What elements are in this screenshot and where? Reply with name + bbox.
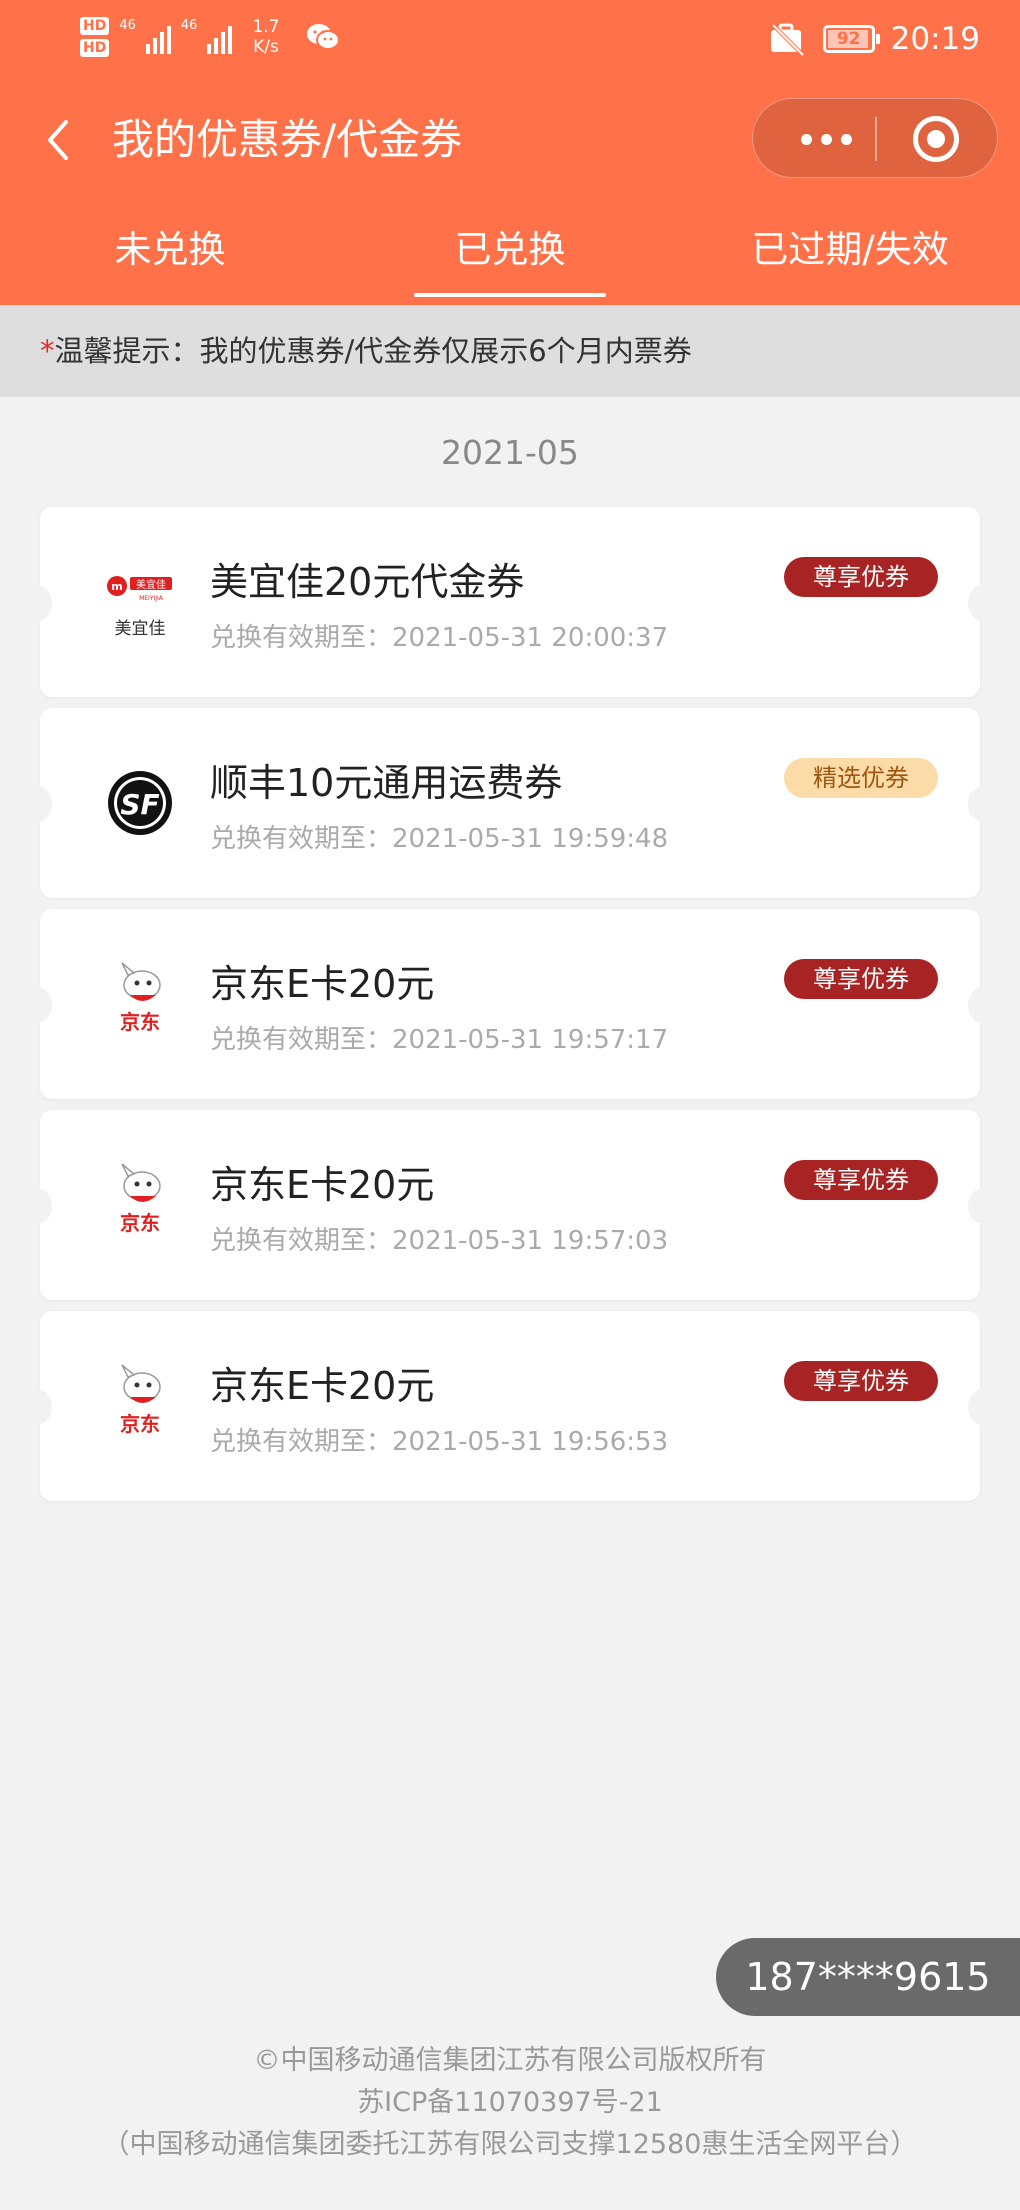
- sf-logo: SF: [100, 748, 180, 858]
- coupon-expiry: 兑换有效期至：2021-05-31 19:57:03: [210, 1226, 669, 1256]
- tab-redeemed[interactable]: 已兑换: [430, 225, 590, 275]
- miniprogram-capsule: [752, 98, 998, 178]
- meiyijia-logo: m 美宜佳 MEIYIJIA 美宜佳: [100, 547, 180, 657]
- capsule-divider: [875, 117, 877, 161]
- coupon-expiry: 兑换有效期至：2021-05-31 19:57:17: [210, 1025, 669, 1055]
- wechat-icon: [307, 24, 341, 50]
- speed-unit: K/s: [253, 37, 279, 57]
- notice-star: *: [40, 334, 55, 368]
- svg-text:SF: SF: [120, 788, 159, 821]
- tab-expired[interactable]: 已过期/失效: [740, 225, 960, 275]
- close-miniprogram-button[interactable]: [913, 116, 959, 162]
- tab-unredeemed[interactable]: 未兑换: [90, 225, 250, 275]
- hd-icon: HD: [80, 17, 110, 35]
- clock: 20:19: [890, 21, 980, 57]
- hd-indicator: HD HD: [80, 17, 110, 57]
- hd-icon: HD: [80, 39, 110, 57]
- svg-text:MEIYIJIA: MEIYIJIA: [139, 595, 164, 602]
- tab-bar: 未兑换 已兑换 已过期/失效: [0, 215, 1020, 305]
- status-bar-right: 92 20:19: [767, 14, 980, 64]
- status-bar: HD HD 46 46 1.7 K/s 92 20:19: [0, 0, 1020, 80]
- page-title: 我的优惠券/代金券: [112, 115, 463, 164]
- logo-caption: 美宜佳: [115, 619, 166, 639]
- chevron-left-icon: [48, 120, 68, 160]
- coupon-card[interactable]: SF 顺丰10元通用运费券 兑换有效期至：2021-05-31 19:59:48…: [22, 708, 998, 898]
- notice-bar: *温馨提示：我的优惠券/代金券仅展示6个月内票券: [0, 305, 1020, 397]
- coupon-badge: 精选优券: [784, 758, 938, 798]
- coupon-card[interactable]: 京东 京东E卡20元 兑换有效期至：2021-05-31 19:57:17 尊享…: [22, 909, 998, 1099]
- notice-text: 温馨提示：我的优惠券/代金券仅展示6个月内票券: [54, 334, 692, 368]
- svg-text:京东: 京东: [120, 1211, 160, 1235]
- coupon-expiry: 兑换有效期至：2021-05-31 20:00:37: [210, 623, 669, 653]
- coupon-badge: 尊享优券: [784, 557, 938, 597]
- active-tab-indicator: [414, 293, 606, 297]
- coupon-badge: 尊享优券: [784, 1361, 938, 1401]
- coupon-title: 美宜佳20元代金券: [210, 560, 525, 604]
- coupon-card[interactable]: 京东 京东E卡20元 兑换有效期至：2021-05-31 19:56:53 尊享…: [22, 1311, 998, 1501]
- svg-text:美宜佳: 美宜佳: [136, 578, 166, 591]
- battery-level: 92: [836, 29, 861, 49]
- footer: ©中国移动通信集团江苏有限公司版权所有 苏ICP备11070397号-21 （中…: [0, 2040, 1020, 2166]
- coupon-card[interactable]: m 美宜佳 MEIYIJIA 美宜佳 美宜佳20元代金券 兑换有效期至：2021…: [22, 507, 998, 697]
- platform-line: （中国移动通信集团委托江苏有限公司支撑12580惠生活全网平台）: [102, 2129, 918, 2160]
- month-header: 2021-05: [441, 433, 579, 472]
- more-icon: [800, 133, 812, 145]
- phone-number-badge: 187****9615: [716, 1938, 1020, 2016]
- coupon-badge: 尊享优券: [784, 1160, 938, 1200]
- network-type: 46: [119, 18, 136, 33]
- nav-bar: 我的优惠券/代金券: [0, 90, 1020, 190]
- mute-icon: [770, 23, 805, 57]
- speed-value: 1.7: [252, 17, 280, 37]
- jd-logo: 京东: [100, 1351, 180, 1461]
- coupon-expiry: 兑换有效期至：2021-05-31 19:59:48: [210, 824, 669, 854]
- coupon-title: 京东E卡20元: [210, 962, 435, 1006]
- copyright-line: ©中国移动通信集团江苏有限公司版权所有: [253, 2045, 767, 2076]
- jd-logo: 京东: [100, 949, 180, 1059]
- signal-icon: [207, 20, 233, 54]
- header: HD HD 46 46 1.7 K/s 92 20:19 我的优惠券/代金券 未…: [0, 0, 1020, 305]
- network-type: 46: [180, 18, 198, 33]
- coupon-title: 京东E卡20元: [210, 1163, 435, 1207]
- coupon-expiry: 兑换有效期至：2021-05-31 19:56:53: [210, 1427, 669, 1457]
- coupon-title: 京东E卡20元: [210, 1364, 435, 1408]
- icp-line: 苏ICP备11070397号-21: [357, 2087, 663, 2118]
- battery-icon: 92: [822, 25, 880, 53]
- coupon-title: 顺丰10元通用运费券: [210, 761, 563, 805]
- svg-text:京东: 京东: [120, 1010, 160, 1034]
- more-menu-button[interactable]: [781, 99, 871, 179]
- network-speed: 1.7 K/s: [252, 17, 279, 57]
- coupon-badge: 尊享优券: [784, 959, 938, 999]
- svg-text:京东: 京东: [120, 1412, 160, 1436]
- status-bar-left: HD HD 46 46 1.7 K/s: [80, 12, 341, 62]
- back-button[interactable]: [38, 115, 78, 165]
- signal-icon: [145, 20, 171, 54]
- jd-logo: 京东: [100, 1150, 180, 1260]
- coupon-card[interactable]: 京东 京东E卡20元 兑换有效期至：2021-05-31 19:57:03 尊享…: [22, 1110, 998, 1300]
- svg-text:m: m: [111, 580, 122, 593]
